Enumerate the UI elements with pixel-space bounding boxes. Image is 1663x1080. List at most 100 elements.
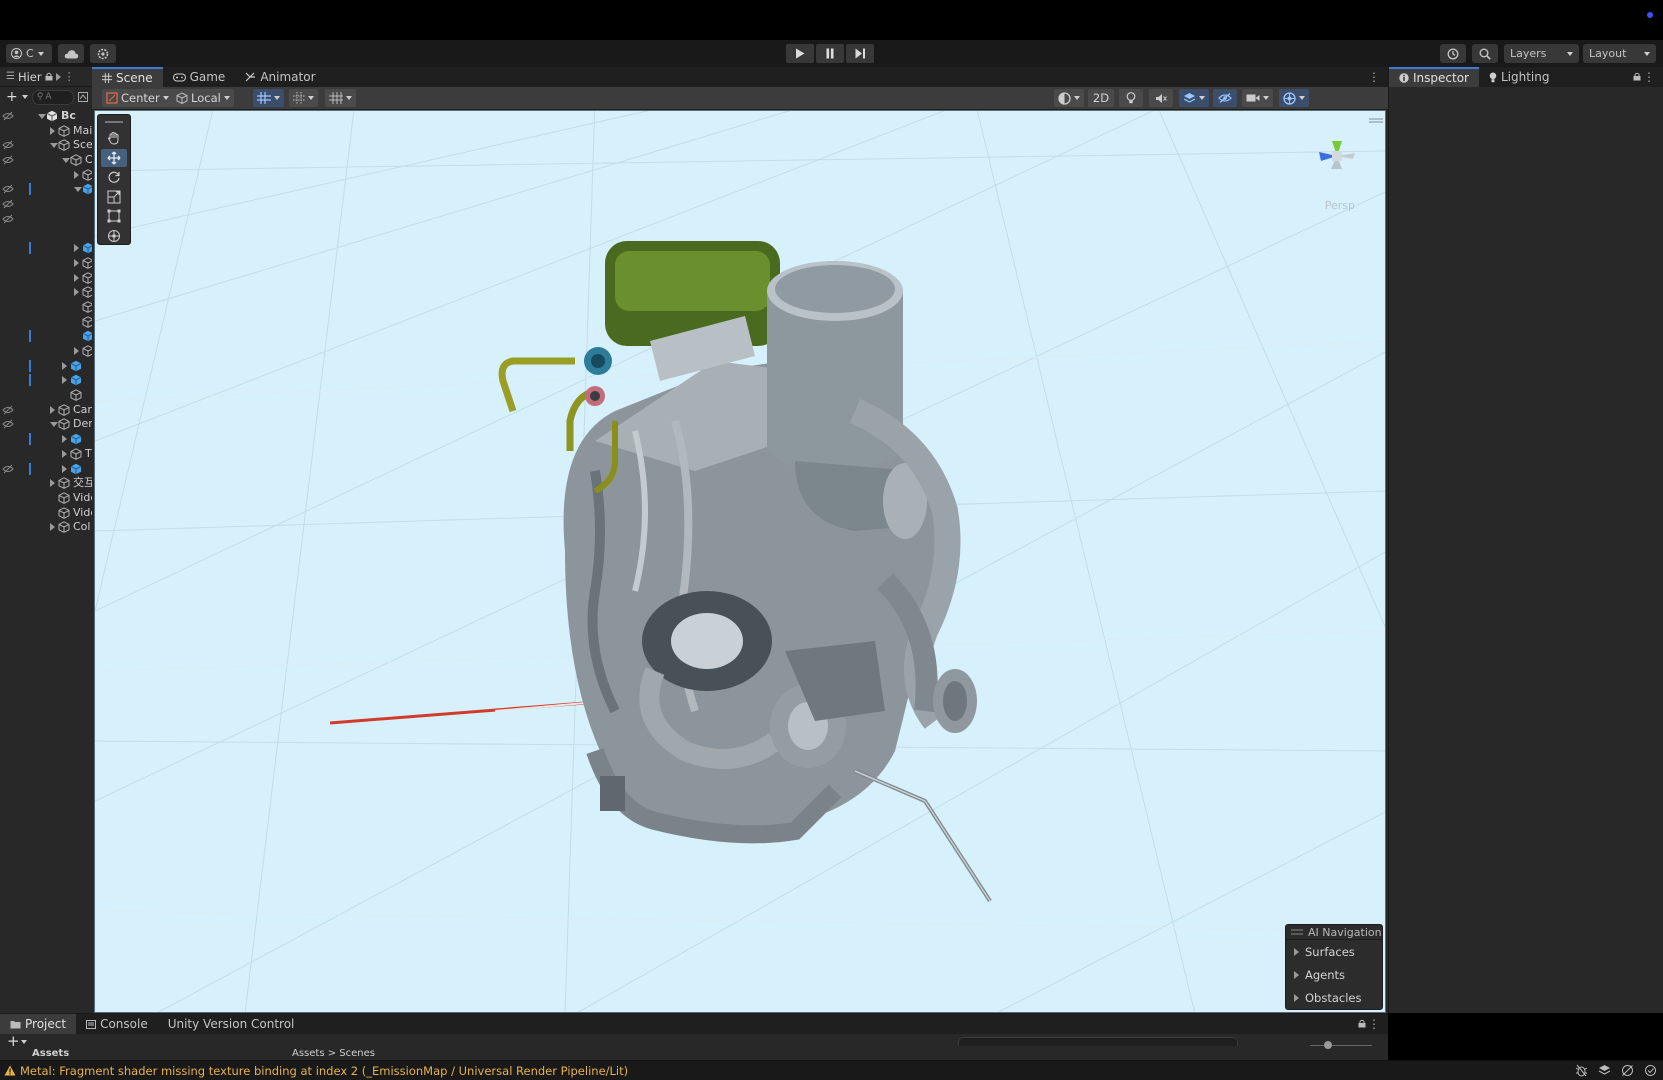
hierarchy-row[interactable] — [0, 182, 92, 197]
tab-version-control[interactable]: Unity Version Control — [158, 1014, 305, 1034]
kebab-menu-icon[interactable]: ⋮ — [1368, 1017, 1380, 1031]
hierarchy-row[interactable] — [0, 344, 92, 359]
eye-icon[interactable] — [2, 214, 14, 224]
rotate-tool-button[interactable] — [101, 168, 127, 186]
chevron-right-icon[interactable] — [50, 523, 55, 532]
chevron-right-icon[interactable] — [74, 347, 79, 355]
add-icon[interactable]: + — [6, 90, 18, 104]
more-tabs-icon[interactable] — [55, 72, 61, 81]
hierarchy-row[interactable]: Mai — [0, 124, 92, 139]
pause-button[interactable] — [816, 44, 844, 63]
hierarchy-row[interactable] — [0, 197, 92, 212]
rect-tool-button[interactable] — [101, 207, 127, 225]
hierarchy-row[interactable] — [0, 256, 92, 271]
hierarchy-row[interactable] — [0, 359, 92, 374]
chevron-down-icon[interactable] — [74, 187, 82, 193]
hierarchy-row[interactable]: Car — [0, 403, 92, 418]
eye-icon[interactable] — [2, 199, 14, 209]
chevron-right-icon[interactable] — [62, 449, 67, 458]
tab-game[interactable]: Game — [163, 67, 236, 87]
hierarchy-tab[interactable]: ☰ Hier ⋮ — [0, 67, 92, 87]
eye-icon[interactable] — [2, 464, 14, 474]
breadcrumb[interactable]: Assets > Scenes — [292, 1049, 375, 1059]
gizmos-dropdown[interactable] — [1279, 89, 1309, 107]
chevron-down-icon[interactable] — [38, 114, 46, 119]
tab-project[interactable]: Project — [0, 1014, 77, 1034]
chevron-right-icon[interactable] — [62, 464, 67, 473]
layers-dropdown[interactable]: Layers — [1504, 44, 1579, 63]
scene-visibility-icon[interactable] — [77, 92, 88, 102]
hierarchy-row[interactable] — [0, 373, 92, 388]
grid-visibility-dropdown[interactable] — [325, 89, 356, 107]
chevron-right-icon[interactable] — [62, 376, 67, 385]
chevron-right-icon[interactable] — [74, 244, 79, 253]
layers-stack-icon[interactable] — [1598, 1064, 1611, 1077]
kebab-menu-icon[interactable]: ⋮ — [64, 70, 75, 83]
scene-visibility-toggle[interactable] — [1213, 89, 1237, 107]
hierarchy-row[interactable]: Der — [0, 417, 92, 432]
hierarchy-row[interactable]: Sce — [0, 138, 92, 153]
chevron-down-icon[interactable] — [62, 158, 70, 164]
chevron-right-icon[interactable] — [62, 361, 67, 370]
tab-animator[interactable]: Animator — [235, 67, 325, 87]
chevron-down-icon[interactable] — [21, 95, 28, 99]
play-button[interactable] — [786, 44, 814, 63]
history-button[interactable] — [1440, 44, 1466, 63]
transform-tool-button[interactable] — [101, 227, 127, 245]
audio-toggle[interactable] — [1149, 89, 1173, 107]
network-off-icon[interactable] — [1621, 1064, 1634, 1077]
layout-dropdown[interactable]: Layout — [1583, 44, 1656, 63]
hierarchy-row[interactable] — [0, 315, 92, 330]
hierarchy-search-input[interactable]: ⚲ A — [31, 89, 74, 105]
eye-icon[interactable] — [2, 140, 14, 150]
pivot-mode-dropdown[interactable]: Center — [102, 89, 173, 107]
lock-icon[interactable] — [45, 72, 53, 81]
chevron-right-icon[interactable] — [74, 258, 79, 267]
search-button[interactable] — [1472, 44, 1498, 63]
hierarchy-row[interactable] — [0, 285, 92, 300]
lock-icon[interactable] — [1633, 70, 1641, 84]
hierarchy-row[interactable] — [0, 168, 92, 183]
eye-icon[interactable] — [2, 155, 14, 165]
services-button[interactable] — [90, 44, 116, 63]
slider-thumb[interactable] — [1324, 1041, 1332, 1049]
tab-lighting[interactable]: Lighting — [1479, 67, 1560, 87]
kebab-menu-icon[interactable]: ⋮ — [1368, 70, 1380, 84]
chevron-right-icon[interactable] — [74, 273, 79, 282]
eye-icon[interactable] — [2, 111, 14, 121]
chevron-right-icon[interactable] — [50, 479, 55, 488]
eye-icon[interactable] — [2, 184, 14, 194]
chevron-right-icon[interactable] — [74, 170, 79, 179]
grid-snapping-toggle[interactable] — [253, 89, 284, 107]
assets-folder-label[interactable]: Assets — [32, 1049, 69, 1059]
cloud-button[interactable] — [58, 44, 84, 63]
view-tool-button[interactable] — [101, 129, 127, 147]
icon-size-slider[interactable] — [1310, 1038, 1372, 1049]
camera-settings-dropdown[interactable] — [1242, 89, 1273, 107]
chevron-down-icon[interactable] — [21, 1040, 27, 1044]
tab-console[interactable]: Console — [76, 1014, 158, 1034]
toggle-2d-button[interactable]: 2D — [1088, 89, 1114, 107]
account-dropdown[interactable]: C — [6, 44, 52, 63]
hierarchy-row[interactable] — [0, 227, 92, 242]
hierarchy-row[interactable]: Bc — [0, 109, 92, 124]
hierarchy-row[interactable] — [0, 300, 92, 315]
hierarchy-row[interactable]: C — [0, 153, 92, 168]
kebab-menu-icon[interactable]: ⋮ — [1643, 70, 1655, 84]
chevron-right-icon[interactable] — [50, 405, 55, 414]
palette-grip[interactable] — [105, 121, 123, 123]
pivot-rotation-dropdown[interactable]: Local — [172, 89, 234, 107]
check-circle-icon[interactable] — [1644, 1064, 1657, 1077]
hierarchy-row[interactable] — [0, 432, 92, 447]
chevron-right-icon[interactable] — [74, 288, 79, 297]
hierarchy-row[interactable] — [0, 329, 92, 344]
scale-tool-button[interactable] — [101, 188, 127, 206]
add-icon[interactable]: + — [7, 1032, 20, 1050]
tab-scene[interactable]: Scene — [92, 67, 163, 87]
ai-nav-item-agents[interactable]: Agents — [1286, 963, 1382, 986]
tab-inspector[interactable]: Inspector — [1389, 67, 1479, 87]
ai-nav-item-surfaces[interactable]: Surfaces — [1286, 940, 1382, 963]
eye-icon[interactable] — [2, 405, 14, 415]
chevron-down-icon[interactable] — [50, 143, 58, 149]
projection-label[interactable]: Persp — [1325, 199, 1355, 212]
